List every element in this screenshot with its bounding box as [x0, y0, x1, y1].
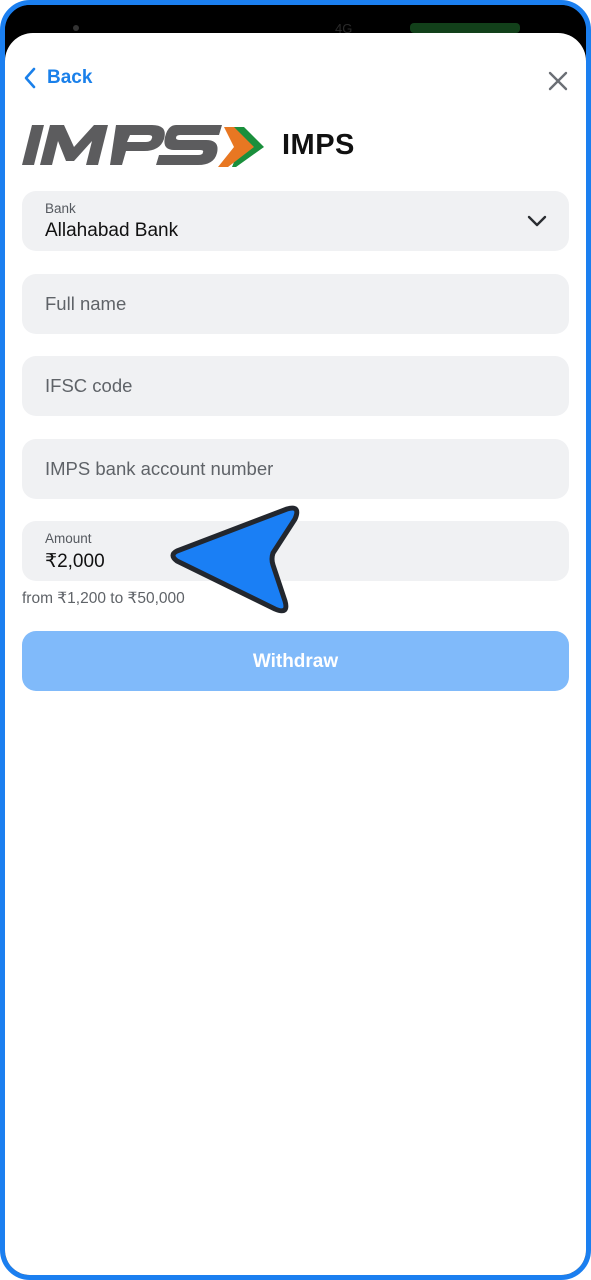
- amount-value: ₹2,000: [45, 551, 105, 572]
- bank-select[interactable]: Bank Allahabad Bank: [22, 191, 569, 251]
- ifsc-input[interactable]: IFSC code: [22, 356, 569, 416]
- chevron-left-icon: [24, 67, 36, 89]
- bank-value: Allahabad Bank: [45, 220, 179, 241]
- full-name-input[interactable]: Full name: [22, 274, 569, 334]
- account-number-placeholder: IMPS bank account number: [45, 458, 274, 479]
- device-frame: 4G Back IMPS Bank Allahabad Bank Full na…: [0, 0, 591, 1280]
- camera-dot: [73, 25, 79, 31]
- withdraw-button[interactable]: Withdraw: [22, 631, 569, 691]
- imps-logo: [22, 125, 264, 167]
- chevron-down-icon: [527, 215, 547, 227]
- amount-range-hint: from ₹1,200 to ₹50,000: [22, 590, 185, 607]
- back-label: Back: [47, 67, 93, 88]
- close-icon[interactable]: [546, 69, 570, 93]
- battery-indicator: [410, 23, 520, 33]
- ifsc-placeholder: IFSC code: [45, 375, 133, 396]
- back-button[interactable]: Back: [23, 67, 92, 89]
- pointer-cursor-icon: [170, 505, 300, 614]
- full-name-placeholder: Full name: [45, 293, 127, 314]
- page-title: IMPS: [282, 128, 355, 161]
- bank-label: Bank: [45, 201, 76, 216]
- account-number-input[interactable]: IMPS bank account number: [22, 439, 569, 499]
- amount-label: Amount: [45, 531, 92, 546]
- header: IMPS: [22, 117, 355, 173]
- withdraw-sheet: Back IMPS Bank Allahabad Bank Full name …: [5, 33, 586, 1275]
